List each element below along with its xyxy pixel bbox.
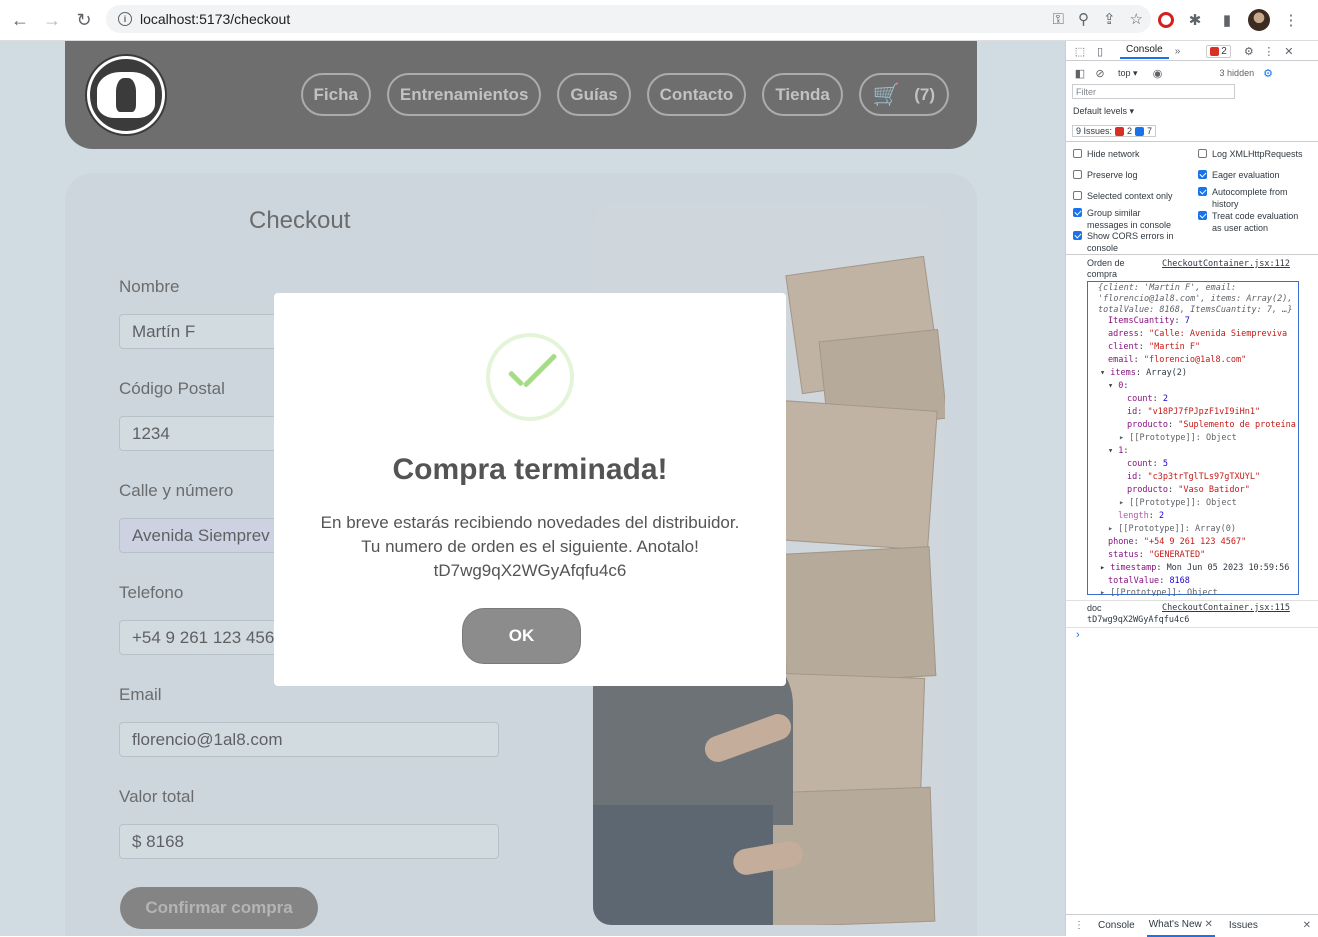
option-log-xhr[interactable]: Log XMLHttpRequests	[1198, 148, 1316, 160]
prop-adress: "Calle: Avenida Siempreviva	[1148, 329, 1288, 339]
prop-items-toggle[interactable]: ▾ items: Array(2)	[1100, 368, 1187, 378]
item0-count: 2	[1162, 394, 1168, 404]
modal-line-1: En breve estarás recibiendo novedades de…	[320, 513, 740, 532]
browser-toolbar: ← → ↻ i localhost:5173/checkout ⚿ ⚲ ⇪ ☆ …	[0, 0, 1318, 41]
log-doc-value: tD7wg9qX2WGyAfqfu4c6	[1087, 615, 1190, 625]
close-whats-new-icon[interactable]: ✕	[1205, 919, 1213, 930]
key-icon[interactable]: ⚿	[1053, 11, 1064, 28]
prop-totalvalue: 8168	[1169, 576, 1190, 586]
console-prompt[interactable]: ›	[1076, 629, 1080, 641]
log-source-link-115[interactable]: CheckoutContainer.jsx:115	[1162, 603, 1290, 613]
error-count-badge[interactable]: 2	[1206, 45, 1231, 58]
item1-toggle[interactable]: ▾ 1:	[1108, 446, 1129, 456]
profile-avatar[interactable]	[1248, 9, 1270, 31]
option-group-similar[interactable]: Group similar messages in console	[1073, 207, 1183, 231]
site-info-icon[interactable]: i	[118, 12, 132, 26]
option-hide-network[interactable]: Hide network	[1073, 148, 1183, 160]
settings-gear-icon[interactable]: ⚙	[1239, 44, 1259, 60]
log-levels-dropdown[interactable]: Default levels ▾	[1073, 106, 1134, 117]
side-panel-icon[interactable]: ▮	[1216, 9, 1238, 31]
more-tabs-button[interactable]: »	[1175, 46, 1181, 57]
item0-toggle[interactable]: ▾ 0:	[1108, 381, 1129, 391]
items-length: 2	[1158, 511, 1165, 521]
drawer-tab-console[interactable]: Console	[1098, 920, 1135, 931]
error-count: 2	[1221, 46, 1227, 57]
context-selector[interactable]: top ▾	[1118, 68, 1138, 79]
inspect-element-icon[interactable]: ⬚	[1070, 44, 1090, 60]
issues-info-icon	[1135, 126, 1145, 136]
option-eager-evaluation[interactable]: Eager evaluation	[1198, 169, 1316, 181]
clear-console-icon[interactable]: ⊘	[1090, 65, 1110, 81]
issues-button[interactable]: 9 Issues: 2 7	[1072, 125, 1157, 137]
item1-prototype-toggle[interactable]: ▸ [[Prototype]]: Object	[1119, 498, 1237, 508]
reload-icon[interactable]: ↻	[68, 4, 100, 36]
log-label-doc: doc	[1087, 603, 1102, 613]
success-check-icon	[486, 333, 574, 421]
opera-extension-icon[interactable]	[1158, 12, 1174, 28]
drawer-tab-issues[interactable]: Issues	[1229, 920, 1258, 931]
console-settings-icon[interactable]: ⚙	[1258, 65, 1278, 81]
modal-line-2: Tu numero de orden es el siguiente. Anot…	[361, 537, 699, 556]
hidden-count: 3 hidden	[1219, 68, 1255, 78]
address-bar[interactable]: i localhost:5173/checkout ⚿ ⚲ ⇪ ☆	[106, 5, 1151, 33]
prop-phone: "+54 9 261 123 4567"	[1143, 537, 1247, 547]
prop-itemscuantity: 7	[1184, 316, 1190, 326]
close-devtools-icon[interactable]: ✕	[1279, 44, 1299, 60]
issues-error-icon	[1115, 126, 1125, 136]
error-icon	[1210, 47, 1220, 56]
object-summary[interactable]: {client: 'Martín F', email: 'florencio@1…	[1098, 283, 1296, 317]
console-filter-input[interactable]: Filter	[1072, 84, 1235, 99]
option-treat-code-eval[interactable]: Treat code evaluation as user action	[1198, 210, 1310, 234]
sidebar-toggle-icon[interactable]: ◧	[1070, 65, 1090, 81]
option-cors-errors[interactable]: Show CORS errors in console	[1073, 230, 1183, 254]
order-object-inspector: {client: 'Martín F', email: 'florencio@1…	[1087, 281, 1299, 596]
url-text: localhost:5173/checkout	[140, 11, 291, 27]
option-autocomplete-history[interactable]: Autocomplete from history	[1198, 186, 1310, 210]
item1-id: "c3p3trTglTLs97gTXUYL"	[1147, 472, 1261, 482]
success-modal: Compra terminada! En breve estarás recib…	[274, 293, 786, 686]
item0-prototype-toggle[interactable]: ▸ [[Prototype]]: Object	[1119, 433, 1237, 443]
back-icon[interactable]: ←	[4, 4, 36, 36]
device-toolbar-icon[interactable]: ▯	[1090, 44, 1110, 60]
item0-id: "v18PJ7fPJpzF1vI9iHn1"	[1147, 407, 1261, 417]
bookmark-star-icon[interactable]: ☆	[1130, 10, 1143, 28]
option-selected-context[interactable]: Selected context only	[1073, 190, 1183, 202]
modal-message: En breve estarás recibiendo novedades de…	[274, 511, 786, 583]
ok-button[interactable]: OK	[462, 608, 581, 664]
prop-email: "florencio@1al8.com"	[1143, 355, 1247, 365]
forward-icon[interactable]: →	[36, 4, 68, 36]
drawer-tab-whats-new[interactable]: What's New ✕	[1146, 915, 1215, 937]
share-icon[interactable]: ⇪	[1103, 10, 1116, 28]
devtools-menu-icon[interactable]: ⋮	[1259, 44, 1279, 60]
modal-title: Compra terminada!	[392, 453, 668, 486]
option-preserve-log[interactable]: Preserve log	[1073, 169, 1183, 181]
live-expression-eye-icon[interactable]: ◉	[1148, 65, 1168, 81]
log-label-orden: Orden de compra	[1087, 258, 1125, 279]
devtools-panel: ⬚ ▯ Console » 2 ⚙ ⋮ ✕ ◧ ⊘ top ▾ ◉ 3 hidd…	[1065, 41, 1318, 937]
zoom-icon[interactable]: ⚲	[1078, 10, 1089, 28]
item0-producto: "Suplemento de proteína	[1178, 420, 1296, 430]
item1-count: 5	[1162, 459, 1168, 469]
order-id: tD7wg9qX2WGyAfqfu4c6	[433, 561, 627, 580]
menu-kebab-icon[interactable]: ⋮	[1280, 9, 1302, 31]
prop-client: "Martín F"	[1148, 342, 1201, 352]
close-drawer-icon[interactable]: ✕	[1303, 920, 1311, 931]
tab-console[interactable]: Console	[1120, 44, 1169, 59]
log-source-link-112[interactable]: CheckoutContainer.jsx:112	[1162, 259, 1290, 269]
object-prototype-toggle[interactable]: ▸ [[Prototype]]: Object	[1100, 588, 1218, 596]
drawer-tabbar: ⋮ Console What's New ✕ Issues ✕	[1066, 914, 1318, 937]
item1-producto: "Vaso Batidor"	[1178, 485, 1250, 495]
items-prototype-toggle[interactable]: ▸ [[Prototype]]: Array(0)	[1108, 524, 1236, 534]
prop-status: "GENERATED"	[1148, 550, 1206, 560]
drawer-menu-icon[interactable]: ⋮	[1074, 920, 1084, 931]
timestamp-toggle[interactable]: ▸ timestamp: Mon Jun 05 2023 10:59:56	[1100, 563, 1289, 573]
extensions-puzzle-icon[interactable]: ✱	[1184, 9, 1206, 31]
